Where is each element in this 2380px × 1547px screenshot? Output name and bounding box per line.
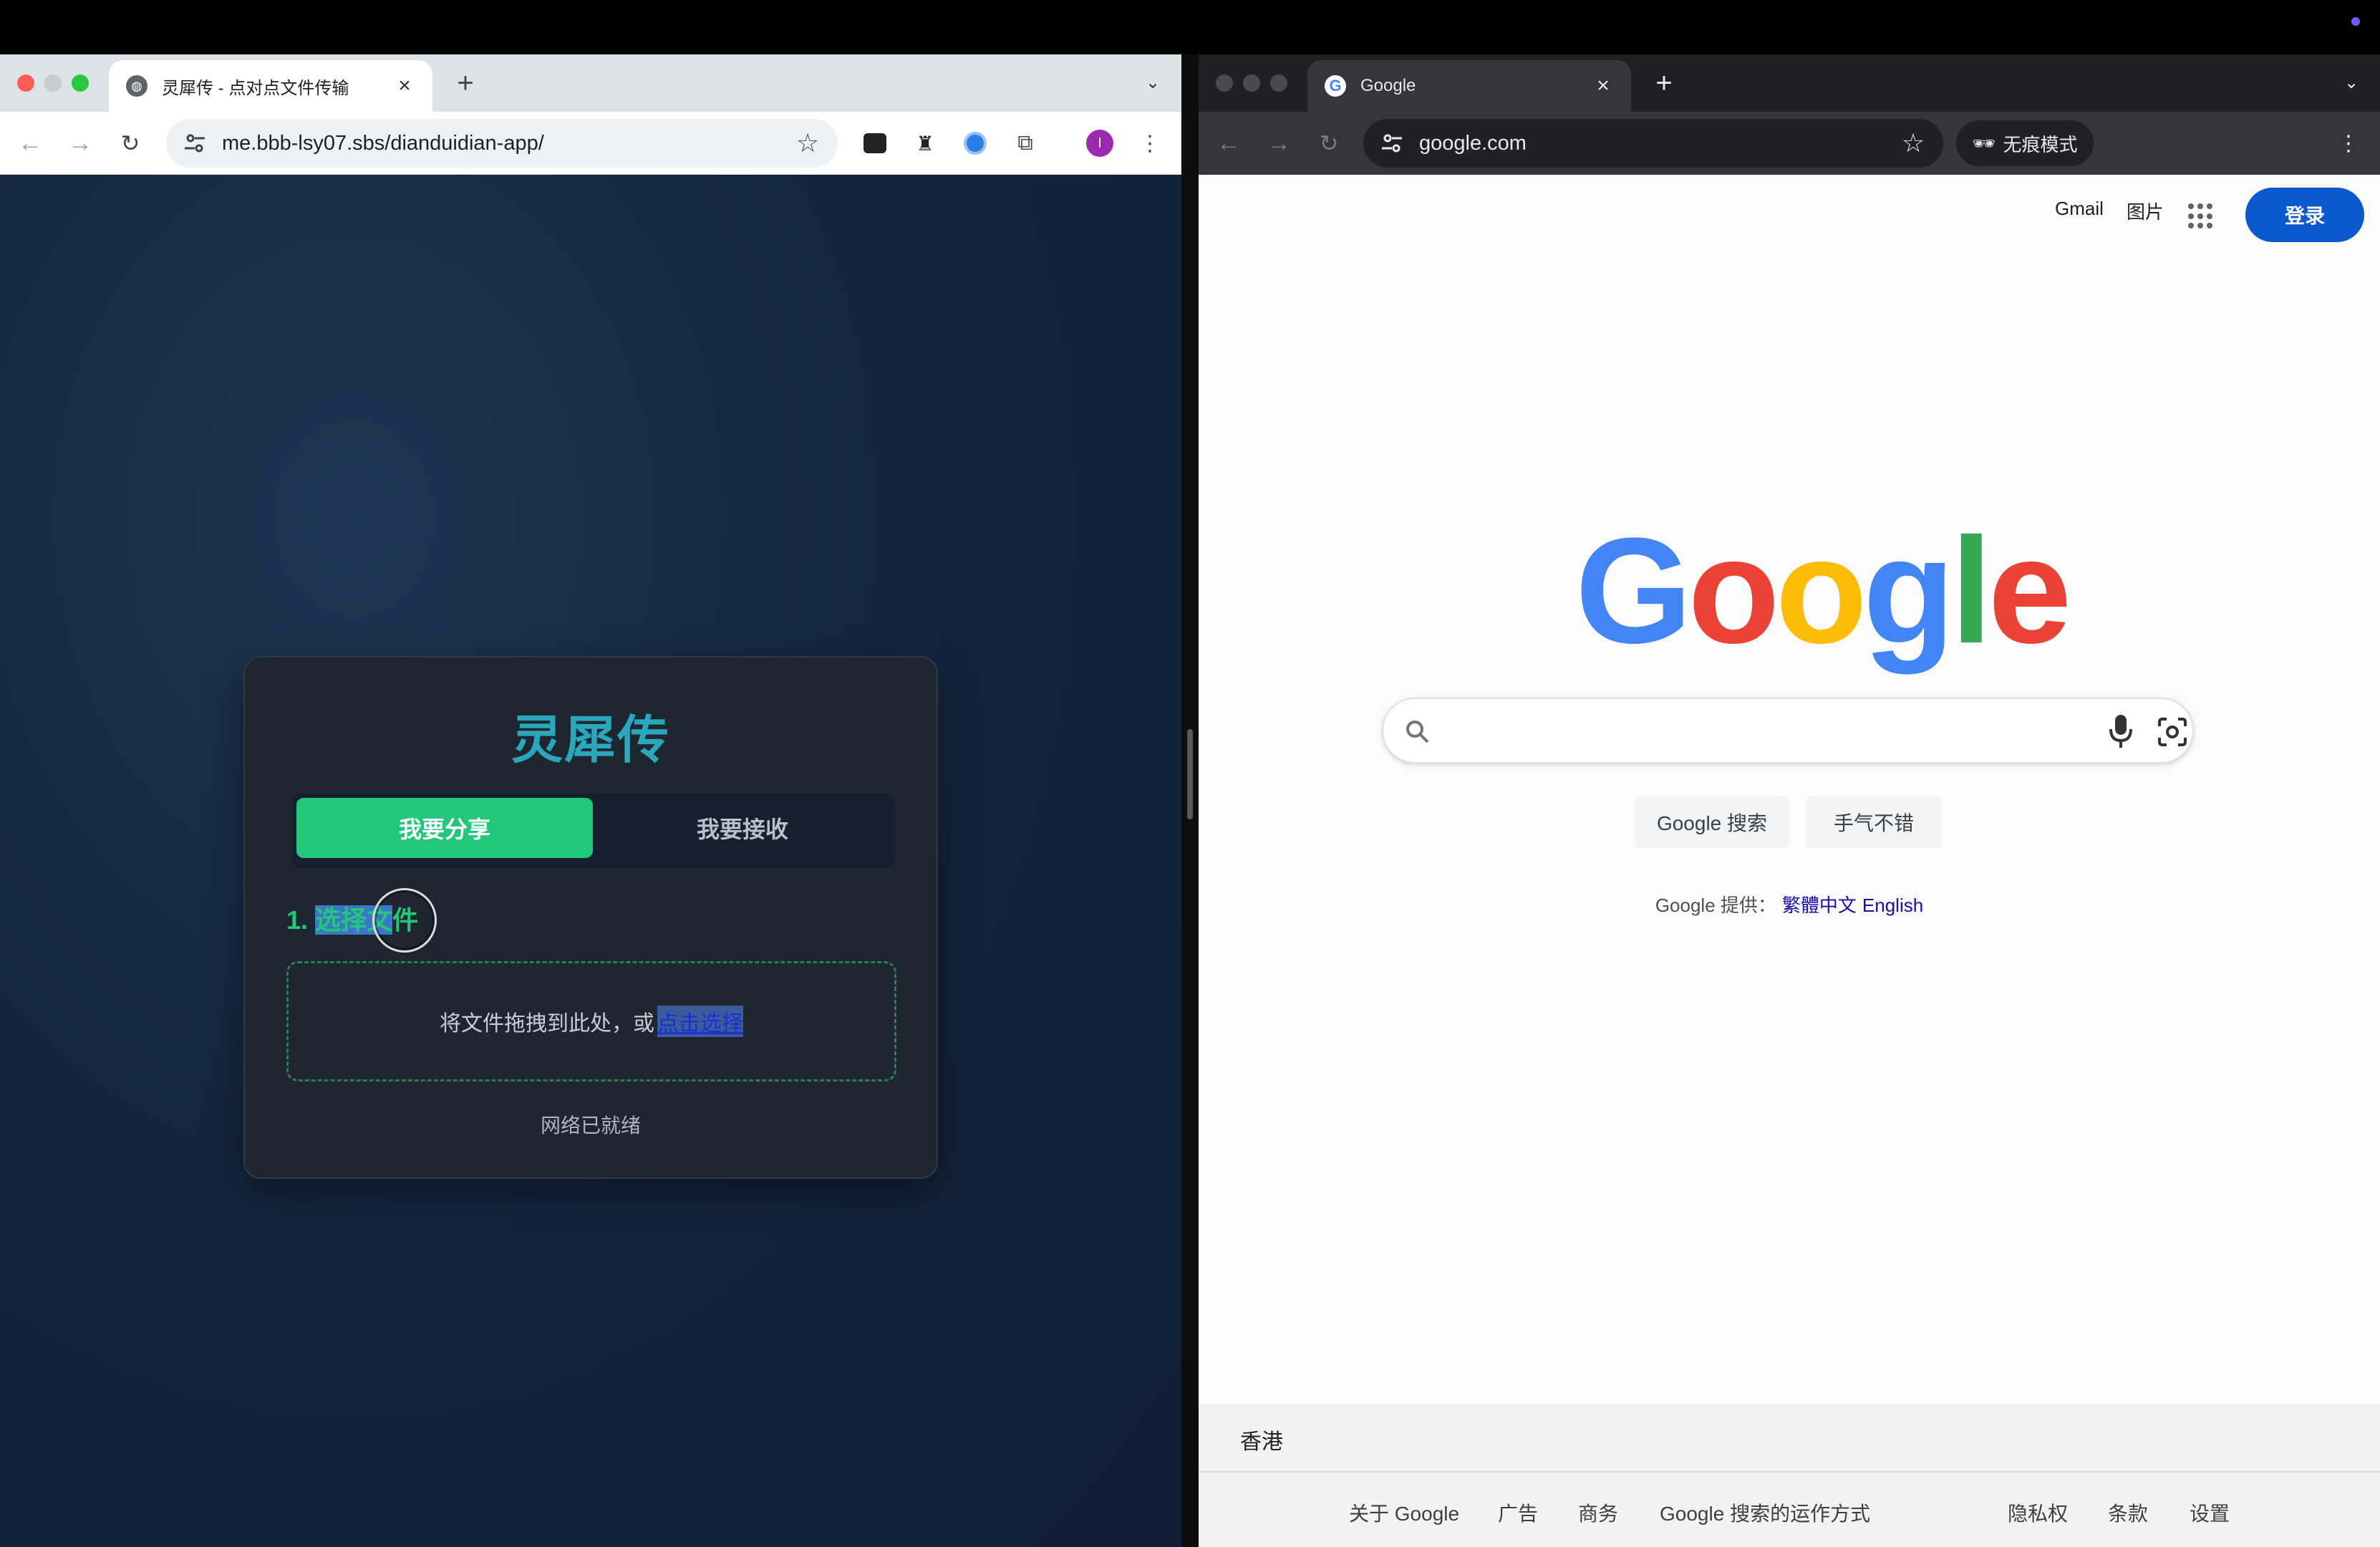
forward-button[interactable]: → bbox=[1263, 127, 1295, 159]
footer-about-link[interactable]: 关于 Google bbox=[1349, 1498, 1459, 1527]
active-tab[interactable]: ◍ 灵犀传 - 点对点文件传输 × bbox=[109, 60, 432, 112]
tab-strip: G Google × + ⌄ bbox=[1199, 54, 2380, 112]
extension-blue-icon[interactable] bbox=[961, 129, 990, 158]
url-text: me.bbb-lsy07.sbs/dianduidian-app/ bbox=[222, 131, 544, 155]
incognito-label: 无痕模式 bbox=[2003, 133, 2078, 155]
status-dot-icon bbox=[2351, 17, 2360, 26]
step-number: 1. bbox=[286, 905, 316, 935]
back-button[interactable]: ← bbox=[1213, 127, 1244, 159]
logo-letter: o bbox=[1688, 506, 1779, 675]
footer-region: 香港 bbox=[1199, 1404, 2380, 1473]
maximize-window-button[interactable] bbox=[1270, 74, 1287, 92]
transfer-card: 灵犀传 我要分享 我要接收 1. 选择文件 将文件拖拽到此处，或 点击选择 网络已… bbox=[243, 656, 938, 1179]
google-logo: Google bbox=[1575, 516, 2071, 666]
cursor-highlight bbox=[372, 888, 437, 953]
footer-privacy-link[interactable]: 隐私权 bbox=[2008, 1498, 2068, 1527]
footer-how-search-works-link[interactable]: Google 搜索的运作方式 bbox=[1660, 1498, 1870, 1527]
google-apps-icon[interactable] bbox=[2188, 203, 2214, 229]
incognito-icon: 🕶 bbox=[1972, 132, 1996, 154]
gmail-link[interactable]: Gmail bbox=[2055, 198, 2104, 220]
toolbar: ← → ↻ google.com ☆ 🕶 无痕模式 ⋮ bbox=[1199, 112, 2380, 175]
bookmark-star-icon[interactable]: ☆ bbox=[1900, 130, 1926, 156]
close-tab-icon[interactable]: × bbox=[394, 74, 415, 98]
right-browser-window: G Google × + ⌄ ← → ↻ google.com ☆ 🕶 无痕模式 … bbox=[1199, 54, 2380, 1547]
url-text: google.com bbox=[1419, 131, 1527, 155]
logo-letter: G bbox=[1575, 506, 1692, 675]
site-settings-icon[interactable] bbox=[1380, 132, 1403, 155]
mode-tabs: 我要分享 我要接收 bbox=[292, 794, 895, 868]
close-tab-icon[interactable]: × bbox=[1592, 74, 1614, 98]
network-status: 网络已就绪 bbox=[540, 1114, 641, 1137]
close-window-button[interactable] bbox=[1216, 74, 1233, 92]
tab-search-chevron-icon[interactable]: ⌄ bbox=[2338, 70, 2364, 96]
google-g-icon: G bbox=[1325, 75, 1346, 97]
incognito-indicator[interactable]: 🕶 无痕模式 bbox=[1956, 120, 2094, 166]
split-divider[interactable] bbox=[1181, 54, 1199, 1547]
footer-links: 关于 Google 广告 商务 Google 搜索的运作方式 隐私权 条款 设置 bbox=[1199, 1473, 2380, 1547]
logo-letter: e bbox=[1988, 506, 2072, 675]
footer-business-link[interactable]: 商务 bbox=[1578, 1498, 1618, 1527]
language-offer: Google 提供： 繁體中文 English bbox=[1199, 891, 2380, 917]
tab-title: 灵犀传 - 点对点文件传输 bbox=[162, 78, 349, 98]
extension-bottle-icon[interactable]: ♜ bbox=[911, 129, 939, 158]
address-bar[interactable]: google.com ☆ bbox=[1363, 119, 1943, 168]
app-title: 灵犀传 bbox=[511, 712, 670, 769]
feeling-lucky-button[interactable]: 手气不错 bbox=[1806, 796, 1942, 848]
menu-kebab-icon[interactable]: ⋮ bbox=[1136, 129, 1164, 158]
profile-avatar[interactable]: I bbox=[1085, 129, 1114, 158]
offered-prefix: Google 提供： bbox=[1655, 895, 1776, 916]
microphone-icon[interactable] bbox=[2106, 713, 2135, 749]
images-link[interactable]: 图片 bbox=[2127, 198, 2164, 224]
footer-terms-link[interactable]: 条款 bbox=[2108, 1498, 2148, 1527]
signin-button[interactable]: 登录 bbox=[2245, 188, 2364, 242]
file-drop-zone[interactable]: 将文件拖拽到此处，或 点击选择 bbox=[286, 961, 896, 1081]
site-settings-icon[interactable] bbox=[183, 132, 206, 155]
left-browser-window: ◍ 灵犀传 - 点对点文件传输 × + ⌄ ← → ↻ me.bbb-lsy07… bbox=[0, 54, 1181, 1547]
logo-letter: g bbox=[1862, 506, 1955, 675]
extensions-puzzle-icon[interactable]: ⧉ bbox=[1011, 129, 1040, 158]
globe-icon: ◍ bbox=[126, 75, 147, 97]
forward-button[interactable]: → bbox=[64, 127, 96, 159]
minimize-window-button[interactable] bbox=[1243, 74, 1260, 92]
divider-handle[interactable] bbox=[1187, 729, 1193, 819]
google-homepage: Gmail 图片 登录 Google Google 搜索 手气不错 Google… bbox=[1199, 175, 2380, 1547]
footer-ads-link[interactable]: 广告 bbox=[1498, 1498, 1538, 1527]
minimize-window-button[interactable] bbox=[44, 74, 62, 92]
logo-letter: l bbox=[1950, 506, 1992, 675]
maximize-window-button[interactable] bbox=[72, 74, 89, 92]
reload-button[interactable]: ↻ bbox=[115, 127, 146, 159]
bookmark-star-icon[interactable]: ☆ bbox=[795, 130, 821, 156]
footer-settings-link[interactable]: 设置 bbox=[2190, 1498, 2230, 1527]
active-tab[interactable]: G Google × bbox=[1307, 60, 1631, 112]
system-menubar bbox=[0, 0, 2380, 54]
logo-letter: o bbox=[1775, 506, 1867, 675]
back-button[interactable]: ← bbox=[14, 127, 46, 159]
tab-receive[interactable]: 我要接收 bbox=[594, 798, 891, 858]
close-window-button[interactable] bbox=[17, 74, 34, 92]
lang-english-link[interactable]: English bbox=[1862, 895, 1923, 916]
tab-search-chevron-icon[interactable]: ⌄ bbox=[1140, 70, 1166, 96]
toolbar: ← → ↻ me.bbb-lsy07.sbs/dianduidian-app/ … bbox=[0, 112, 1181, 175]
extension-dark-icon[interactable] bbox=[861, 129, 889, 158]
drop-text: 将文件拖拽到此处，或 bbox=[440, 1012, 654, 1036]
tab-share[interactable]: 我要分享 bbox=[296, 798, 593, 858]
new-tab-button[interactable]: + bbox=[1647, 66, 1681, 100]
new-tab-button[interactable]: + bbox=[448, 66, 483, 100]
camera-lens-icon[interactable] bbox=[2157, 716, 2188, 748]
address-bar[interactable]: me.bbb-lsy07.sbs/dianduidian-app/ ☆ bbox=[166, 119, 838, 168]
lang-traditional-chinese-link[interactable]: 繁體中文 bbox=[1782, 895, 1857, 916]
reload-button[interactable]: ↻ bbox=[1313, 127, 1345, 159]
lingxi-app-page: 灵犀传 我要分享 我要接收 1. 选择文件 将文件拖拽到此处，或 点击选择 网络已… bbox=[0, 175, 1181, 1547]
tab-title: Google bbox=[1360, 76, 1416, 95]
search-icon bbox=[1406, 721, 1429, 743]
search-box[interactable] bbox=[1382, 698, 2194, 763]
menu-kebab-icon[interactable]: ⋮ bbox=[2334, 129, 2363, 158]
tab-strip: ◍ 灵犀传 - 点对点文件传输 × + ⌄ bbox=[0, 54, 1181, 112]
choose-file-link[interactable]: 点击选择 bbox=[657, 1006, 743, 1037]
google-search-button[interactable]: Google 搜索 bbox=[1635, 796, 1789, 848]
